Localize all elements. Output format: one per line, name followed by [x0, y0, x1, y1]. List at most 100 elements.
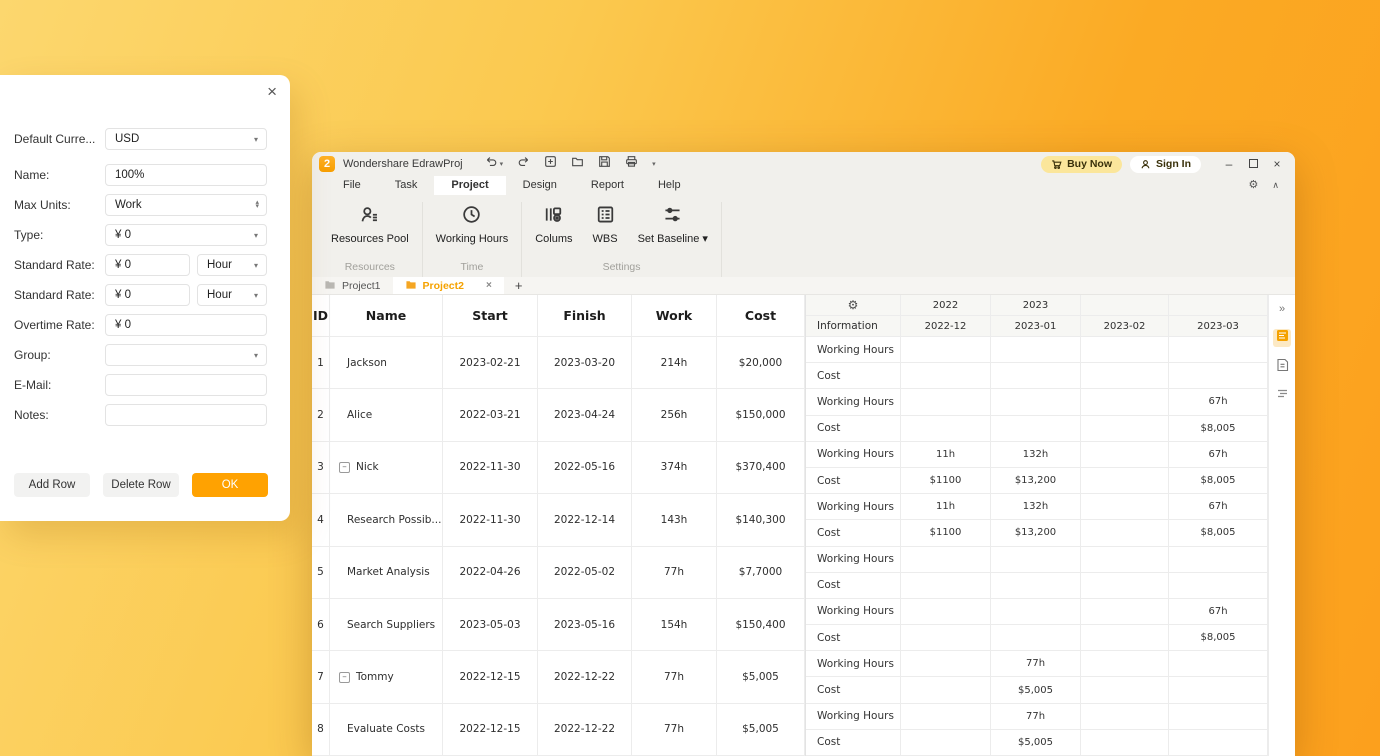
- hours-value-cell[interactable]: [1169, 677, 1268, 703]
- field-spinner[interactable]: Work▴▾: [105, 194, 267, 216]
- task-cell-work[interactable]: 77h: [632, 547, 717, 599]
- hours-value-cell[interactable]: [1081, 363, 1169, 389]
- ribbon-button-resources-pool[interactable]: Resources Pool: [322, 202, 418, 246]
- hours-value-cell[interactable]: [1081, 573, 1169, 599]
- ribbon-button-wbs[interactable]: WBS: [584, 202, 627, 246]
- spinner-arrows-icon[interactable]: ▴▾: [255, 201, 259, 209]
- hours-value-cell[interactable]: [1081, 520, 1169, 546]
- buy-now-button[interactable]: Buy Now: [1041, 156, 1122, 173]
- hours-value-cell[interactable]: $1100: [901, 468, 991, 494]
- task-cell-finish[interactable]: 2023-04-24: [538, 389, 632, 441]
- task-cell-finish[interactable]: 2022-12-14: [538, 494, 632, 546]
- hours-value-cell[interactable]: $13,200: [991, 520, 1081, 546]
- hours-value-cell[interactable]: [991, 573, 1081, 599]
- task-cell-id[interactable]: 6: [312, 599, 330, 651]
- hours-value-cell[interactable]: [1169, 573, 1268, 599]
- hours-value-cell[interactable]: [901, 651, 991, 677]
- task-cell-name[interactable]: Jackson: [330, 337, 443, 389]
- tab-project1[interactable]: Project1: [312, 277, 393, 294]
- hours-value-cell[interactable]: [901, 625, 991, 651]
- hours-value-cell[interactable]: $1100: [901, 520, 991, 546]
- hours-value-cell[interactable]: $5,005: [991, 730, 1081, 756]
- maximize-button[interactable]: [1245, 156, 1261, 172]
- hours-value-cell[interactable]: [1081, 547, 1169, 573]
- hours-value-cell[interactable]: [1081, 677, 1169, 703]
- task-cell-id[interactable]: 8: [312, 704, 330, 756]
- task-cell-cost[interactable]: $150,000: [717, 389, 805, 441]
- task-cell-id[interactable]: 4: [312, 494, 330, 546]
- hours-value-cell[interactable]: [991, 547, 1081, 573]
- report-view-icon[interactable]: [1273, 329, 1291, 347]
- task-cell-finish[interactable]: 2022-05-02: [538, 547, 632, 599]
- task-cell-finish[interactable]: 2023-05-16: [538, 599, 632, 651]
- new-tab-button[interactable]: +: [504, 277, 534, 294]
- task-cell-id[interactable]: 2: [312, 389, 330, 441]
- expand-panel-icon[interactable]: »: [1273, 300, 1291, 318]
- hours-value-cell[interactable]: [901, 337, 991, 363]
- task-cell-work[interactable]: 154h: [632, 599, 717, 651]
- menu-item-project[interactable]: Project: [434, 176, 505, 195]
- ribbon-button-working-hours[interactable]: Working Hours: [427, 202, 518, 246]
- hours-value-cell[interactable]: 11h: [901, 442, 991, 468]
- task-cell-work[interactable]: 143h: [632, 494, 717, 546]
- menu-item-design[interactable]: Design: [506, 176, 574, 195]
- gear-icon[interactable]: ⚙: [848, 298, 859, 312]
- hours-value-cell[interactable]: $8,005: [1169, 416, 1268, 442]
- task-cell-name[interactable]: Alice: [330, 389, 443, 441]
- tab-close-icon[interactable]: ×: [486, 280, 492, 291]
- collapse-expander-icon[interactable]: –: [339, 462, 350, 473]
- task-cell-cost[interactable]: $7,7000: [717, 547, 805, 599]
- task-cell-work[interactable]: 77h: [632, 651, 717, 703]
- task-cell-id[interactable]: 1: [312, 337, 330, 389]
- field-select[interactable]: ¥ 0▾: [105, 224, 267, 246]
- task-cell-cost[interactable]: $20,000: [717, 337, 805, 389]
- field-select[interactable]: USD▾: [105, 128, 267, 150]
- field-input[interactable]: [105, 404, 267, 426]
- hours-value-cell[interactable]: [991, 625, 1081, 651]
- undo-icon[interactable]: ▾: [485, 155, 504, 173]
- hours-value-cell[interactable]: 132h: [991, 494, 1081, 520]
- collapse-expander-icon[interactable]: –: [339, 672, 350, 683]
- document-view-icon[interactable]: [1273, 358, 1291, 376]
- hours-value-cell[interactable]: [991, 337, 1081, 363]
- hours-value-cell[interactable]: 132h: [991, 442, 1081, 468]
- ribbon-button-colums[interactable]: Colums: [526, 202, 581, 246]
- task-cell-start[interactable]: 2022-12-15: [443, 704, 538, 756]
- field-input[interactable]: ¥ 0: [105, 314, 267, 336]
- task-cell-finish[interactable]: 2022-12-22: [538, 704, 632, 756]
- menu-item-file[interactable]: File: [326, 176, 378, 195]
- task-cell-start[interactable]: 2023-05-03: [443, 599, 538, 651]
- hours-value-cell[interactable]: [901, 363, 991, 389]
- hours-value-cell[interactable]: [901, 730, 991, 756]
- hours-settings-cell[interactable]: ⚙: [806, 295, 901, 316]
- hours-value-cell[interactable]: [1169, 337, 1268, 363]
- hours-value-cell[interactable]: 67h: [1169, 599, 1268, 625]
- outline-view-icon[interactable]: [1273, 387, 1291, 405]
- task-cell-finish[interactable]: 2022-12-22: [538, 651, 632, 703]
- field-select[interactable]: ▾: [105, 344, 267, 366]
- hours-value-cell[interactable]: 67h: [1169, 442, 1268, 468]
- hours-value-cell[interactable]: [1081, 651, 1169, 677]
- hours-value-cell[interactable]: [1169, 651, 1268, 677]
- task-cell-finish[interactable]: 2023-03-20: [538, 337, 632, 389]
- menu-item-task[interactable]: Task: [378, 176, 435, 195]
- task-cell-id[interactable]: 5: [312, 547, 330, 599]
- hours-value-cell[interactable]: [901, 573, 991, 599]
- hours-value-cell[interactable]: [1081, 337, 1169, 363]
- task-cell-name[interactable]: Evaluate Costs: [330, 704, 443, 756]
- field-input-unit[interactable]: ¥ 0: [105, 284, 190, 306]
- hours-value-cell[interactable]: [991, 599, 1081, 625]
- open-icon[interactable]: [571, 155, 584, 173]
- collapse-ribbon-icon[interactable]: ∧: [1272, 181, 1279, 190]
- task-cell-id[interactable]: 7: [312, 651, 330, 703]
- ok-button[interactable]: OK: [192, 473, 268, 497]
- task-cell-cost[interactable]: $140,300: [717, 494, 805, 546]
- hours-value-cell[interactable]: [1081, 494, 1169, 520]
- task-cell-name[interactable]: –Nick: [330, 442, 443, 494]
- hours-value-cell[interactable]: $8,005: [1169, 520, 1268, 546]
- hours-value-cell[interactable]: $5,005: [991, 677, 1081, 703]
- hours-value-cell[interactable]: [1081, 468, 1169, 494]
- task-cell-work[interactable]: 256h: [632, 389, 717, 441]
- tab-project2[interactable]: Project2×: [393, 277, 504, 294]
- hours-value-cell[interactable]: [1081, 730, 1169, 756]
